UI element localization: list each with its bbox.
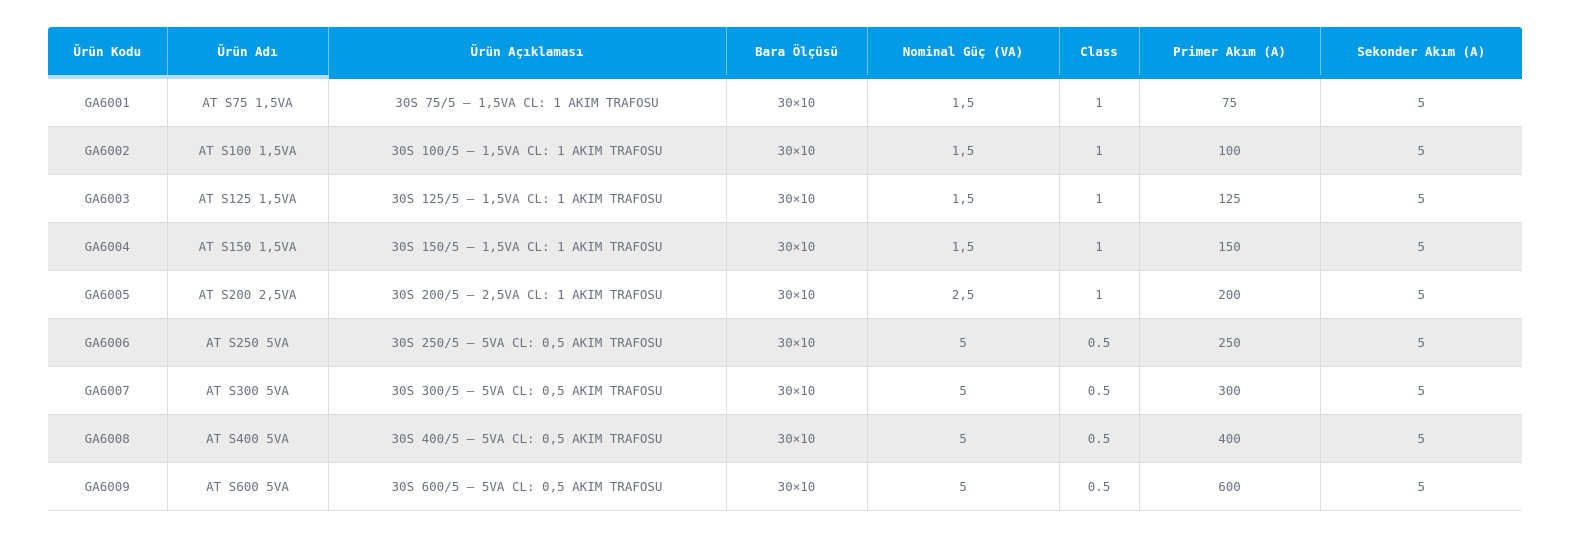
cell-sekonder-akim: 5: [1319, 270, 1522, 319]
cell-primer-akim: 250: [1138, 318, 1320, 367]
header-row: Ürün Kodu Ürün Adı Ürün Açıklaması Bara …: [48, 27, 1522, 79]
table-row: GA6006 AT S250 5VA 30S 250/5 – 5VA CL: 0,5…: [48, 318, 1522, 367]
cell-class: 1: [1058, 174, 1139, 223]
table-row: GA6002 AT S100 1,5VA 30S 100/5 – 1,5VA CL:…: [48, 126, 1522, 175]
table-row: GA6009 AT S600 5VA 30S 600/5 – 5VA CL: 0,5…: [48, 462, 1522, 511]
cell-primer-akim: 100: [1138, 126, 1320, 175]
cell-urun-kodu: GA6001: [48, 77, 167, 127]
cell-sekonder-akim: 5: [1319, 318, 1522, 367]
cell-bara-olcusu: 30×10: [725, 270, 867, 319]
cell-sekonder-akim: 5: [1319, 366, 1522, 415]
cell-class: 1: [1058, 222, 1139, 271]
cell-nominal-guc: 1,5: [866, 222, 1059, 271]
table-row: GA6008 AT S400 5VA 30S 400/5 – 5VA CL: 0,5…: [48, 414, 1522, 463]
table-row: GA6007 AT S300 5VA 30S 300/5 – 5VA CL: 0,5…: [48, 366, 1522, 415]
table-row: GA6005 AT S200 2,5VA 30S 200/5 – 2,5VA CL:…: [48, 270, 1522, 319]
cell-urun-adi: AT S125 1,5VA: [166, 174, 328, 223]
cell-urun-adi: AT S75 1,5VA: [166, 77, 328, 127]
cell-urun-adi: AT S150 1,5VA: [166, 222, 328, 271]
cell-sekonder-akim: 5: [1319, 222, 1522, 271]
cell-sekonder-akim: 5: [1319, 174, 1522, 223]
cell-urun-aciklamasi: 30S 150/5 – 1,5VA CL: 1 AKIM TRAFOSU: [327, 222, 726, 271]
cell-nominal-guc: 5: [866, 462, 1059, 511]
cell-urun-aciklamasi: 30S 200/5 – 2,5VA CL: 1 AKIM TRAFOSU: [327, 270, 726, 319]
header-bara-olcusu: Bara Ölçüsü: [725, 27, 867, 79]
cell-sekonder-akim: 5: [1319, 414, 1522, 463]
cell-nominal-guc: 2,5: [866, 270, 1059, 319]
table-row: GA6003 AT S125 1,5VA 30S 125/5 – 1,5VA CL:…: [48, 174, 1522, 223]
cell-urun-aciklamasi: 30S 600/5 – 5VA CL: 0,5 AKIM TRAFOSU: [327, 462, 726, 511]
cell-nominal-guc: 1,5: [866, 77, 1059, 127]
cell-urun-kodu: GA6007: [48, 366, 167, 415]
cell-urun-adi: AT S250 5VA: [166, 318, 328, 367]
header-nominal-guc: Nominal Güç (VA): [866, 27, 1059, 79]
cell-urun-kodu: GA6008: [48, 414, 167, 463]
cell-bara-olcusu: 30×10: [725, 77, 867, 127]
cell-sekonder-akim: 5: [1319, 462, 1522, 511]
cell-urun-kodu: GA6004: [48, 222, 167, 271]
cell-urun-kodu: GA6002: [48, 126, 167, 175]
cell-urun-adi: AT S600 5VA: [166, 462, 328, 511]
cell-class: 1: [1058, 270, 1139, 319]
cell-nominal-guc: 1,5: [866, 174, 1059, 223]
cell-bara-olcusu: 30×10: [725, 318, 867, 367]
header-class: Class: [1058, 27, 1139, 79]
product-table: Ürün Kodu Ürün Adı Ürün Açıklaması Bara …: [48, 27, 1522, 511]
cell-urun-kodu: GA6006: [48, 318, 167, 367]
cell-class: 0.5: [1058, 414, 1139, 463]
cell-bara-olcusu: 30×10: [725, 174, 867, 223]
cell-bara-olcusu: 30×10: [725, 126, 867, 175]
cell-urun-aciklamasi: 30S 250/5 – 5VA CL: 0,5 AKIM TRAFOSU: [327, 318, 726, 367]
cell-class: 0.5: [1058, 462, 1139, 511]
cell-urun-kodu: GA6003: [48, 174, 167, 223]
cell-class: 1: [1058, 77, 1139, 127]
table-header: Ürün Kodu Ürün Adı Ürün Açıklaması Bara …: [48, 27, 1522, 79]
cell-nominal-guc: 5: [866, 366, 1059, 415]
cell-primer-akim: 300: [1138, 366, 1320, 415]
cell-urun-kodu: GA6009: [48, 462, 167, 511]
cell-class: 0.5: [1058, 318, 1139, 367]
cell-urun-adi: AT S100 1,5VA: [166, 126, 328, 175]
cell-urun-adi: AT S300 5VA: [166, 366, 328, 415]
cell-nominal-guc: 1,5: [866, 126, 1059, 175]
cell-primer-akim: 200: [1138, 270, 1320, 319]
header-urun-aciklamasi: Ürün Açıklaması: [327, 27, 726, 79]
cell-class: 0.5: [1058, 366, 1139, 415]
cell-urun-aciklamasi: 30S 400/5 – 5VA CL: 0,5 AKIM TRAFOSU: [327, 414, 726, 463]
header-primer-akim: Primer Akım (A): [1138, 27, 1320, 79]
cell-urun-adi: AT S400 5VA: [166, 414, 328, 463]
cell-urun-adi: AT S200 2,5VA: [166, 270, 328, 319]
cell-bara-olcusu: 30×10: [725, 462, 867, 511]
header-urun-kodu: Ürün Kodu: [48, 27, 167, 79]
cell-primer-akim: 400: [1138, 414, 1320, 463]
cell-primer-akim: 125: [1138, 174, 1320, 223]
cell-sekonder-akim: 5: [1319, 126, 1522, 175]
cell-nominal-guc: 5: [866, 414, 1059, 463]
table-row: GA6004 AT S150 1,5VA 30S 150/5 – 1,5VA CL:…: [48, 222, 1522, 271]
cell-urun-aciklamasi: 30S 100/5 – 1,5VA CL: 1 AKIM TRAFOSU: [327, 126, 726, 175]
cell-urun-kodu: GA6005: [48, 270, 167, 319]
product-table-container: Ürün Kodu Ürün Adı Ürün Açıklaması Bara …: [48, 27, 1522, 511]
cell-urun-aciklamasi: 30S 75/5 – 1,5VA CL: 1 AKIM TRAFOSU: [327, 77, 726, 127]
table-body: GA6001 AT S75 1,5VA 30S 75/5 – 1,5VA CL: 1…: [48, 77, 1522, 511]
header-sekonder-akim: Sekonder Akım (A): [1319, 27, 1522, 79]
cell-bara-olcusu: 30×10: [725, 366, 867, 415]
cell-urun-aciklamasi: 30S 300/5 – 5VA CL: 0,5 AKIM TRAFOSU: [327, 366, 726, 415]
cell-bara-olcusu: 30×10: [725, 222, 867, 271]
cell-nominal-guc: 5: [866, 318, 1059, 367]
table-row: GA6001 AT S75 1,5VA 30S 75/5 – 1,5VA CL: 1…: [48, 77, 1522, 127]
cell-primer-akim: 600: [1138, 462, 1320, 511]
cell-class: 1: [1058, 126, 1139, 175]
cell-primer-akim: 75: [1138, 77, 1320, 127]
cell-sekonder-akim: 5: [1319, 77, 1522, 127]
cell-bara-olcusu: 30×10: [725, 414, 867, 463]
header-urun-adi: Ürün Adı: [166, 27, 328, 79]
cell-primer-akim: 150: [1138, 222, 1320, 271]
cell-urun-aciklamasi: 30S 125/5 – 1,5VA CL: 1 AKIM TRAFOSU: [327, 174, 726, 223]
